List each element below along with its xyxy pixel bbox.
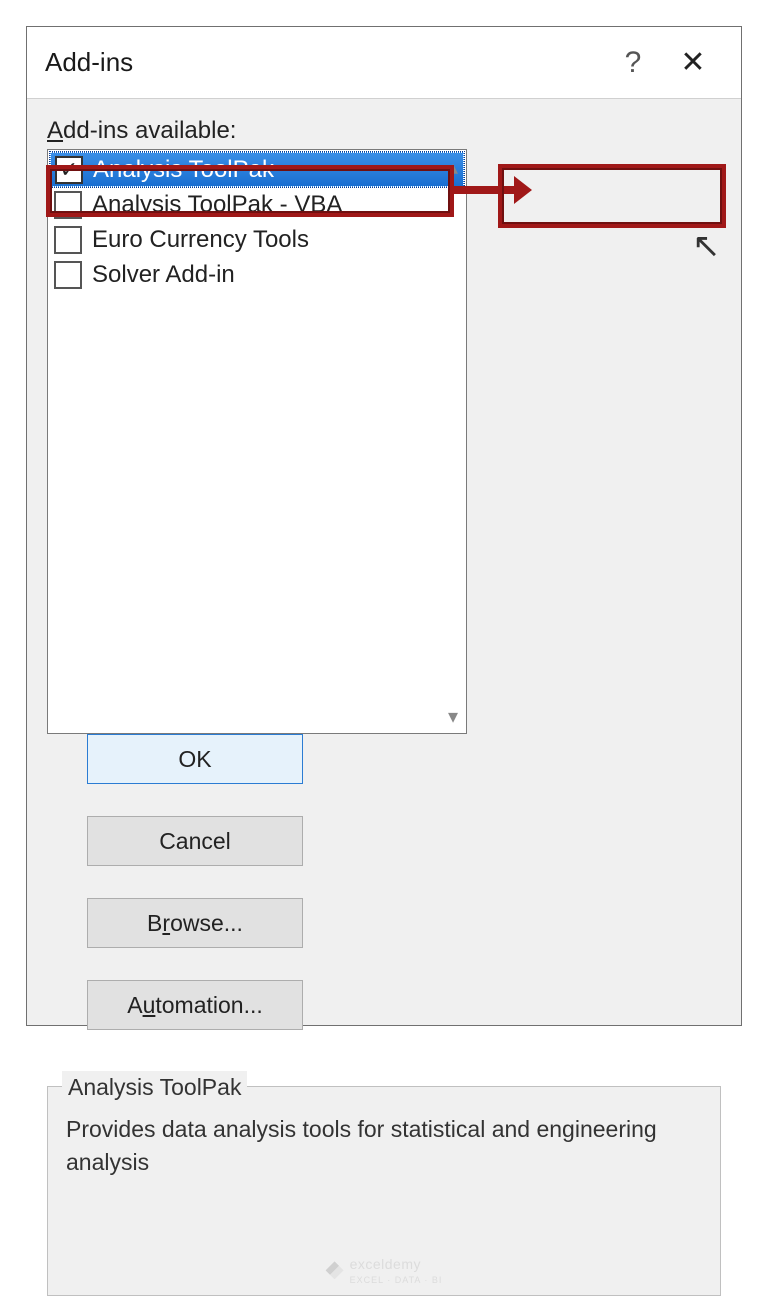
checkbox-icon[interactable]: [54, 226, 82, 254]
scroll-down-icon[interactable]: ▾: [440, 703, 466, 729]
addins-listbox-wrap: ✓ Analysis ToolPak Analysis ToolPak - VB…: [47, 149, 467, 734]
automation-button[interactable]: Automation...: [87, 980, 303, 1030]
watermark-tagline: EXCEL · DATA · BI: [350, 1274, 443, 1287]
addin-item-euro-currency-tools[interactable]: Euro Currency Tools: [50, 222, 464, 257]
addin-item-analysis-toolpak-vba[interactable]: Analysis ToolPak - VBA: [50, 187, 464, 222]
watermark-logo-icon: [326, 1261, 344, 1279]
checkbox-icon[interactable]: [54, 261, 82, 289]
addin-label: Analysis ToolPak - VBA: [92, 191, 342, 219]
addin-item-analysis-toolpak[interactable]: ✓ Analysis ToolPak: [50, 152, 464, 187]
browse-button[interactable]: Browse...: [87, 898, 303, 948]
watermark: exceldemy EXCEL · DATA · BI: [326, 1254, 443, 1287]
addins-available-label: Add-ins available:: [47, 117, 721, 145]
description-text: Provides data analysis tools for statist…: [66, 1113, 702, 1180]
addin-label: Solver Add-in: [92, 261, 235, 289]
checkbox-icon[interactable]: [54, 191, 82, 219]
addin-description-group: Analysis ToolPak Provides data analysis …: [47, 1086, 721, 1296]
scroll-up-icon[interactable]: ▴: [440, 154, 466, 180]
help-icon[interactable]: ?: [603, 46, 663, 80]
description-legend: Analysis ToolPak: [62, 1071, 247, 1104]
addin-item-solver-addin[interactable]: Solver Add-in: [50, 257, 464, 292]
addins-listbox[interactable]: ✓ Analysis ToolPak Analysis ToolPak - VB…: [47, 149, 467, 734]
cancel-button[interactable]: Cancel: [87, 816, 303, 866]
checkbox-icon[interactable]: ✓: [55, 156, 83, 184]
close-icon[interactable]: ✕: [663, 45, 723, 80]
dialog-title: Add-ins: [45, 47, 603, 78]
dialog-body: Add-ins available: ✓ Analysis ToolPak An…: [27, 99, 741, 1025]
addin-label: Analysis ToolPak: [93, 156, 274, 184]
watermark-brand: exceldemy: [350, 1256, 421, 1272]
titlebar: Add-ins ? ✕: [27, 27, 741, 99]
dialog-buttons-column: OK Cancel Browse... Automation...: [87, 734, 303, 1062]
addin-label: Euro Currency Tools: [92, 226, 309, 254]
ok-button[interactable]: OK: [87, 734, 303, 784]
addins-dialog: Add-ins ? ✕ Add-ins available: ✓ Analysi…: [26, 26, 742, 1026]
